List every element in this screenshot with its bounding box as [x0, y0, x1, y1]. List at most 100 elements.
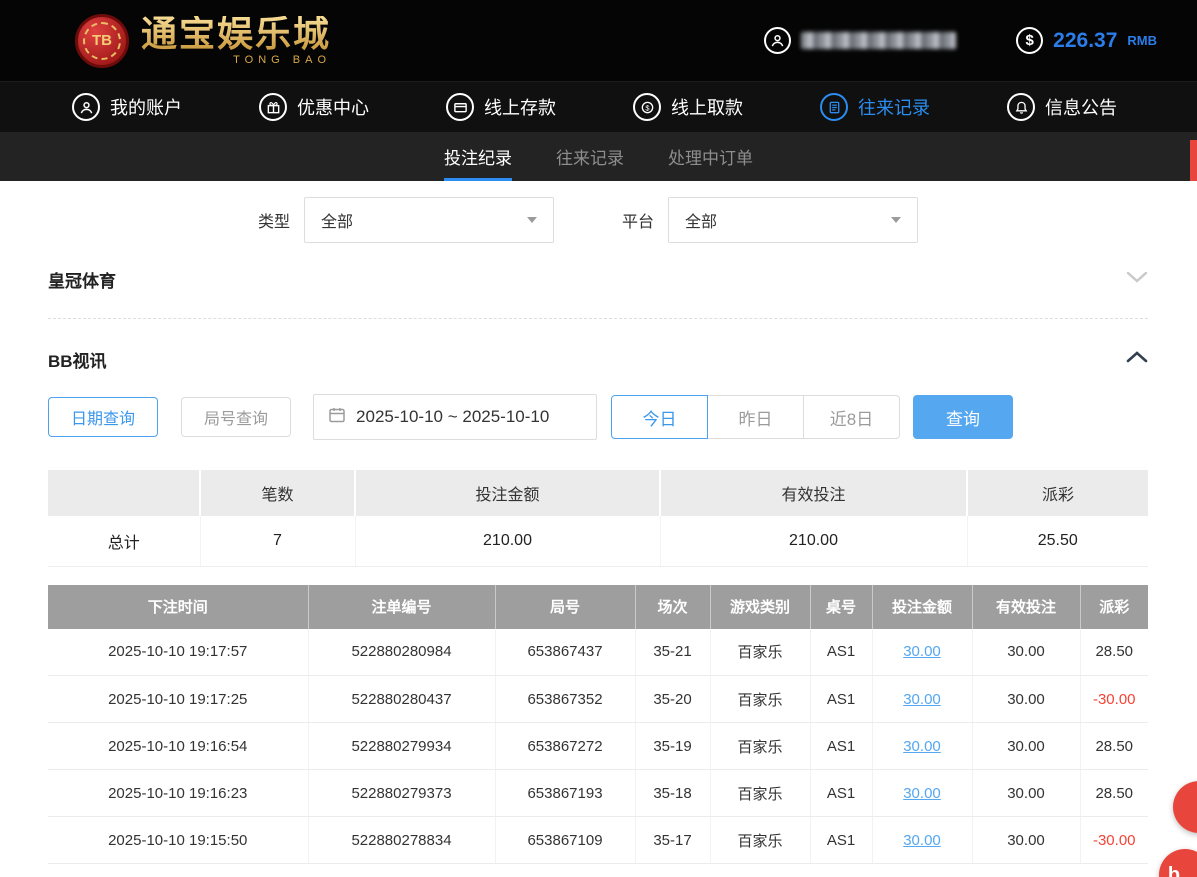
cell-bet_no: 522880280437: [308, 675, 496, 723]
type-label: 类型: [258, 214, 291, 231]
brand-logo[interactable]: TB 通宝娱乐城 TONG BAO: [75, 12, 332, 68]
chevron-down-icon[interactable]: [1126, 270, 1148, 289]
user-account[interactable]: [764, 27, 957, 54]
bet-amount-link[interactable]: 30.00: [903, 691, 941, 708]
summary-count: 7: [200, 516, 356, 567]
bet-records-table: 下注时间 注单编号 局号 场次 游戏类别 桌号 投注金额 有效投注 派彩 202…: [48, 584, 1148, 864]
balance-amount: 226.37: [1053, 28, 1118, 52]
nav-label: 线上存款: [484, 98, 556, 118]
cell-table: AS1: [810, 628, 873, 676]
nav-my-account[interactable]: 我的账户: [72, 93, 182, 121]
col-round-number: 局号: [495, 584, 636, 629]
col-payout: 派彩: [1080, 584, 1148, 629]
balance-currency: RMB: [1127, 33, 1157, 48]
cell-time: 2025-10-10 19:16:54: [48, 722, 309, 770]
nav-label: 线上取款: [671, 98, 743, 118]
bet-amount-link[interactable]: 30.00: [903, 785, 941, 802]
nav-label: 往来记录: [858, 98, 930, 118]
bet-amount-link[interactable]: 30.00: [903, 643, 941, 660]
summary-header-payout: 派彩: [967, 470, 1148, 516]
cell-payout: -30.00: [1080, 675, 1148, 723]
type-select[interactable]: 全部: [304, 197, 555, 243]
cell-round: 653867272: [495, 722, 636, 770]
cell-valid: 30.00: [972, 628, 1081, 676]
chevron-down-icon: [891, 217, 902, 223]
platform-select[interactable]: 全部: [668, 197, 919, 243]
account-icon: [72, 93, 100, 121]
topbar-right: $ 226.37 RMB: [764, 27, 1157, 54]
nav-label: 我的账户: [110, 98, 182, 118]
round-query-button[interactable]: 局号查询: [181, 397, 292, 437]
table-row: 2025-10-10 19:17:57 522880280984 653867437…: [48, 628, 1148, 676]
side-widget-strip[interactable]: [1190, 140, 1197, 181]
cell-amount: 30.00: [872, 769, 973, 817]
nav-deposit[interactable]: 线上存款: [446, 93, 556, 121]
col-bet-number: 注单编号: [308, 584, 496, 629]
yesterday-button[interactable]: 昨日: [707, 395, 805, 439]
bb-video-title: BB视讯: [48, 352, 107, 371]
username-blurred: [801, 32, 957, 49]
today-button[interactable]: 今日: [611, 395, 709, 439]
subtab-label: 往来记录: [556, 149, 624, 168]
withdraw-icon: $: [633, 93, 661, 121]
tab-transaction-records[interactable]: 往来记录: [556, 132, 624, 181]
cell-bet_no: 522880279373: [308, 769, 496, 817]
cell-amount: 30.00: [872, 816, 973, 864]
section-bb-video: BB视讯: [48, 347, 1148, 372]
platform-select-value: 全部: [685, 214, 718, 231]
subtab-label: 投注纪录: [444, 149, 512, 168]
cell-payout: 28.50: [1080, 769, 1148, 817]
balance[interactable]: $ 226.37 RMB: [1016, 27, 1157, 54]
nav-label: 优惠中心: [297, 98, 369, 118]
summary-header-bet-amount: 投注金额: [355, 470, 661, 516]
cell-round: 653867352: [495, 675, 636, 723]
cell-game: 百家乐: [710, 628, 811, 676]
chevron-down-icon: [527, 217, 538, 223]
summary-bet-amount: 210.00: [355, 516, 661, 567]
cell-payout: 28.50: [1080, 722, 1148, 770]
summary-payout: 25.50: [967, 516, 1148, 567]
deposit-icon: [446, 93, 474, 121]
bet-amount-link[interactable]: 30.00: [903, 738, 941, 755]
date-query-button[interactable]: 日期查询: [48, 397, 159, 437]
cell-amount: 30.00: [872, 722, 973, 770]
page: TB 通宝娱乐城 TONG BAO $ 226.37 RMB 我的账户 优惠中心…: [0, 0, 1197, 877]
cell-valid: 30.00: [972, 675, 1081, 723]
nav-promotions[interactable]: 优惠中心: [259, 93, 369, 121]
table-row: 2025-10-10 19:16:54 522880279934 653867272…: [48, 722, 1148, 770]
cell-bet_no: 522880279934: [308, 722, 496, 770]
cell-session: 35-19: [635, 722, 711, 770]
summary-table: 笔数 投注金额 有效投注 派彩 总计 7 210.00 210.00 25.50: [48, 470, 1148, 567]
bet-amount-link[interactable]: 30.00: [903, 832, 941, 849]
logo-subtitle: TONG BAO: [233, 53, 332, 66]
chevron-up-icon[interactable]: [1126, 350, 1148, 369]
svg-text:$: $: [645, 103, 650, 112]
cell-bet_no: 522880278834: [308, 816, 496, 864]
user-icon: [764, 27, 792, 54]
cell-round: 653867109: [495, 816, 636, 864]
cell-round: 653867437: [495, 628, 636, 676]
nav-announcements[interactable]: 信息公告: [1007, 93, 1117, 121]
chip-label: TB: [92, 32, 112, 49]
logo-text: 通宝娱乐城 TONG BAO: [141, 12, 332, 66]
main-nav: 我的账户 优惠中心 线上存款 $ 线上取款 往来记录 信息公告: [0, 81, 1197, 132]
cell-session: 35-17: [635, 816, 711, 864]
search-button[interactable]: 查询: [913, 395, 1014, 439]
cell-session: 35-21: [635, 628, 711, 676]
filter-row: 类型 全部 平台 全部: [48, 197, 1148, 243]
table-row: 2025-10-10 19:17:25 522880280437 653867352…: [48, 675, 1148, 723]
cell-bet_no: 522880280984: [308, 628, 496, 676]
tab-bet-records[interactable]: 投注纪录: [444, 132, 512, 181]
logo-title: 通宝娱乐城: [141, 12, 332, 54]
cell-game: 百家乐: [710, 722, 811, 770]
nav-records[interactable]: 往来记录: [820, 93, 930, 121]
cell-valid: 30.00: [972, 769, 1081, 817]
last8days-button[interactable]: 近8日: [803, 395, 901, 439]
date-range-value: 2025-10-10 ~ 2025-10-10: [356, 407, 550, 426]
nav-withdraw[interactable]: $ 线上取款: [633, 93, 743, 121]
tab-processing-orders[interactable]: 处理中订单: [668, 132, 753, 181]
cell-game: 百家乐: [710, 675, 811, 723]
type-select-value: 全部: [321, 214, 354, 231]
date-range-input[interactable]: 2025-10-10 ~ 2025-10-10: [313, 394, 598, 440]
record-subtabs: 投注纪录 往来记录 处理中订单: [0, 132, 1197, 181]
